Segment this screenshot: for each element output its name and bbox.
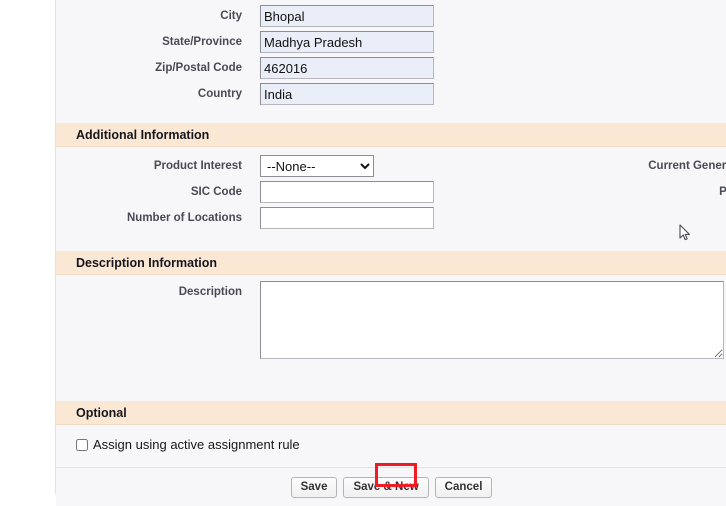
zip-postal-code-input[interactable] bbox=[260, 57, 434, 79]
primary-label: Primary bbox=[719, 186, 726, 198]
field-row-sic-code: SIC Code Primary bbox=[56, 179, 726, 205]
form-action-buttons: Save Save & New Cancel bbox=[56, 477, 726, 498]
field-row-product-interest: Product Interest --None-- Current Genera… bbox=[56, 153, 726, 179]
lead-edit-form-panel: City State/Province Zip/Postal Code Coun… bbox=[55, 0, 726, 506]
section-header-optional: Optional bbox=[56, 401, 726, 425]
description-label: Description bbox=[178, 286, 242, 298]
description-textarea[interactable] bbox=[260, 281, 724, 359]
sic-code-input[interactable] bbox=[260, 181, 434, 203]
field-row-zip: Zip/Postal Code bbox=[56, 55, 726, 81]
cancel-button[interactable]: Cancel bbox=[434, 477, 493, 498]
field-row-country: Country bbox=[56, 81, 726, 107]
current-generators-label: Current Generator(s) bbox=[648, 160, 726, 172]
country-input[interactable] bbox=[260, 83, 434, 105]
spacer-after-additional bbox=[56, 231, 726, 251]
country-control bbox=[260, 83, 434, 105]
assign-using-active-assignment-rule-checkbox[interactable] bbox=[76, 439, 88, 451]
form-footer: Save Save & New Cancel bbox=[56, 468, 726, 506]
product-interest-control: --None-- bbox=[260, 155, 374, 177]
field-row-city: City bbox=[56, 3, 726, 29]
save-button[interactable]: Save bbox=[290, 477, 338, 498]
field-row-state: State/Province bbox=[56, 29, 726, 55]
number-of-locations-control bbox=[260, 207, 434, 229]
section-header-description-information: Description Information bbox=[56, 251, 726, 275]
product-interest-label: Product Interest bbox=[153, 160, 242, 172]
field-row-number-of-locations: Number of Locations bbox=[56, 205, 726, 231]
city-label: City bbox=[220, 10, 242, 22]
assign-rule-checkbox-row[interactable]: Assign using active assignment rule bbox=[76, 438, 300, 452]
number-of-locations-label: Number of Locations bbox=[126, 212, 242, 224]
description-control bbox=[260, 281, 724, 364]
section-header-additional-information: Additional Information bbox=[56, 123, 726, 147]
page-root: City State/Province Zip/Postal Code Coun… bbox=[0, 0, 726, 506]
address-fields-group: City State/Province Zip/Postal Code Coun… bbox=[56, 0, 726, 107]
zip-postal-code-control bbox=[260, 57, 434, 79]
city-input[interactable] bbox=[260, 5, 434, 27]
save-and-new-button[interactable]: Save & New bbox=[343, 477, 429, 498]
assign-using-active-assignment-rule-label: Assign using active assignment rule bbox=[93, 437, 300, 452]
spacer-after-address bbox=[56, 107, 726, 123]
sic-code-label: SIC Code bbox=[190, 186, 242, 198]
zip-postal-code-label: Zip/Postal Code bbox=[155, 62, 242, 74]
description-information-group: Description bbox=[56, 275, 726, 391]
state-province-label: State/Province bbox=[162, 36, 242, 48]
state-province-control bbox=[260, 31, 434, 53]
city-control bbox=[260, 5, 434, 27]
country-label: Country bbox=[197, 88, 242, 100]
number-of-locations-input[interactable] bbox=[260, 207, 434, 229]
state-province-input[interactable] bbox=[260, 31, 434, 53]
additional-information-group: Product Interest --None-- Current Genera… bbox=[56, 147, 726, 231]
product-interest-select[interactable]: --None-- bbox=[260, 155, 374, 177]
spacer-after-description bbox=[56, 391, 726, 401]
sic-code-control bbox=[260, 181, 434, 203]
optional-group: Assign using active assignment rule bbox=[56, 425, 726, 467]
